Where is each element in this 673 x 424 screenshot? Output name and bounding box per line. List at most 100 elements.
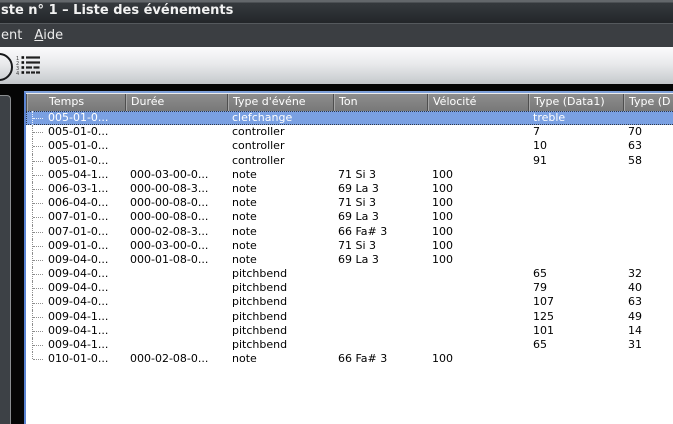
cell-velocite — [427, 267, 528, 281]
tree-branch-icon — [32, 323, 46, 338]
cell-ton: 66 Fa# 3 — [338, 224, 388, 238]
cell-data1: 91 — [533, 153, 547, 167]
cell-duree: 000-02-08-3... — [130, 224, 209, 238]
tree-branch-icon — [32, 210, 46, 225]
cell-duree — [125, 111, 227, 125]
cell-data1: 65 — [533, 267, 547, 281]
event-list-icon[interactable]: 1 2 3 4 — [15, 55, 42, 80]
cell-data2: 58 — [628, 153, 642, 167]
cell-type: note — [232, 181, 257, 195]
event-row[interactable]: 009-04-0... pitchbend 79 40 — [26, 281, 673, 296]
tree-branch-icon — [32, 338, 46, 353]
column-header-temps[interactable]: Temps — [26, 94, 125, 111]
cell-velocite — [427, 111, 528, 125]
cell-data1: treble — [533, 111, 566, 124]
cell-velocite — [427, 324, 528, 338]
column-header-ton[interactable]: Ton — [333, 94, 427, 111]
tree-branch-icon — [32, 224, 46, 239]
cell-type: pitchbend — [232, 281, 288, 295]
cell-velocite — [427, 295, 528, 309]
cell-data2: 32 — [628, 267, 642, 281]
menu-item-evenement[interactable]: ent — [0, 24, 28, 47]
cell-duree: 000-00-08-3... — [130, 181, 209, 195]
event-row[interactable]: 010-01-0... 000-02-08-0... note 66 Fa# 3… — [26, 352, 673, 366]
event-row[interactable]: 009-04-0... pitchbend 107 63 — [26, 295, 673, 310]
cell-ton: 71 Si 3 — [338, 196, 377, 210]
event-row[interactable]: 006-03-1... 000-00-08-3... note 69 La 3 … — [26, 181, 673, 197]
cell-data2 — [623, 225, 673, 239]
event-row[interactable]: 006-04-0... 000-00-08-0... note 71 Si 3 … — [26, 196, 673, 211]
cell-data2: 40 — [628, 281, 642, 295]
event-row[interactable]: 009-04-1... pitchbend 125 49 — [26, 309, 673, 324]
column-header-velocite[interactable]: Vélocité — [427, 94, 528, 111]
cell-velocite — [427, 310, 528, 324]
cell-duree — [125, 310, 227, 324]
event-row[interactable]: 005-04-1... 000-03-00-0... note 71 Si 3 … — [26, 167, 673, 182]
tree-branch-icon — [32, 111, 46, 126]
event-row[interactable]: 007-01-0... 000-02-08-3... note 66 Fa# 3… — [26, 224, 673, 239]
cell-data2: 63 — [628, 139, 642, 153]
main-area: Temps Durée Type d'événe Ton Vélocité Ty… — [0, 84, 673, 424]
cell-duree: 000-00-08-0... — [130, 210, 209, 224]
cell-temps: 009-04-0... — [26, 281, 125, 296]
tree-branch-icon — [32, 181, 46, 197]
tree-branch-icon — [32, 167, 46, 182]
cell-data2 — [623, 182, 673, 196]
cell-data1: 10 — [533, 139, 547, 153]
event-row[interactable]: 009-04-1... pitchbend 65 31 — [26, 338, 673, 353]
cell-data2 — [623, 196, 673, 210]
cell-ton: 71 Si 3 — [338, 238, 377, 252]
cell-temps: 009-04-1... — [26, 323, 125, 338]
event-row[interactable]: 007-01-0... 000-00-08-0... note 69 La 3 … — [26, 210, 673, 225]
cell-data1 — [528, 352, 623, 366]
cell-temps: 007-01-0... — [26, 210, 125, 225]
cell-temps: 006-03-1... — [26, 181, 125, 197]
cell-temps: 005-01-0... — [26, 125, 125, 140]
cell-type: clefchange — [232, 111, 293, 124]
tree-branch-icon — [32, 196, 46, 211]
cell-duree: 000-01-08-0... — [130, 252, 209, 266]
cell-ton — [333, 125, 427, 139]
event-row[interactable]: 009-04-1... pitchbend 101 14 — [26, 323, 673, 338]
cell-data2: 14 — [628, 323, 642, 337]
cell-duree: 000-03-00-0... — [130, 167, 209, 181]
column-header-data2[interactable]: Type (D — [623, 94, 673, 111]
cell-data2 — [623, 352, 673, 366]
cell-data2: 31 — [628, 338, 642, 351]
cell-data2: 70 — [628, 125, 642, 139]
cell-velocite: 100 — [432, 196, 453, 210]
cell-duree — [125, 125, 227, 139]
cell-velocite — [427, 125, 528, 139]
cell-type: note — [232, 196, 257, 210]
event-row[interactable]: 009-01-0... 000-03-00-0... note 71 Si 3 … — [26, 238, 673, 253]
cell-ton: 69 La 3 — [338, 181, 379, 195]
event-table: Temps Durée Type d'événe Ton Vélocité Ty… — [24, 91, 673, 424]
cell-data1: 107 — [533, 295, 554, 309]
cell-type: note — [232, 210, 257, 224]
tree-branch-icon — [32, 252, 46, 268]
cell-duree — [125, 338, 227, 352]
cell-data1 — [528, 253, 623, 267]
column-header-duree[interactable]: Durée — [125, 94, 227, 111]
cell-ton — [333, 338, 427, 352]
magnifier-partial-icon[interactable] — [0, 53, 13, 81]
tree-branch-icon — [32, 139, 46, 154]
event-row[interactable]: 005-01-0... controller 7 70 — [26, 125, 673, 140]
cell-data1: 79 — [533, 281, 547, 295]
cell-duree — [125, 324, 227, 338]
cell-temps: 009-04-1... — [26, 338, 125, 353]
cell-temps: 006-04-0... — [26, 196, 125, 211]
cell-ton: 69 La 3 — [338, 252, 379, 266]
menu-item-aide[interactable]: Aide — [28, 24, 69, 47]
event-row[interactable]: 005-01-0... controller 91 58 — [26, 153, 673, 168]
cell-data2 — [623, 210, 673, 224]
column-header-type[interactable]: Type d'événe — [227, 94, 333, 111]
cell-data2 — [623, 239, 673, 253]
cell-velocite — [427, 154, 528, 168]
window-titlebar[interactable]: ste n° 1 – Liste des événements — [0, 0, 673, 24]
event-row[interactable]: 005-01-0... clefchange treble — [26, 111, 673, 126]
column-header-data1[interactable]: Type (Data1) — [528, 94, 623, 111]
event-row[interactable]: 009-04-0... pitchbend 65 32 — [26, 267, 673, 282]
event-row[interactable]: 005-01-0... controller 10 63 — [26, 139, 673, 154]
event-row[interactable]: 009-04-0... 000-01-08-0... note 69 La 3 … — [26, 252, 673, 268]
